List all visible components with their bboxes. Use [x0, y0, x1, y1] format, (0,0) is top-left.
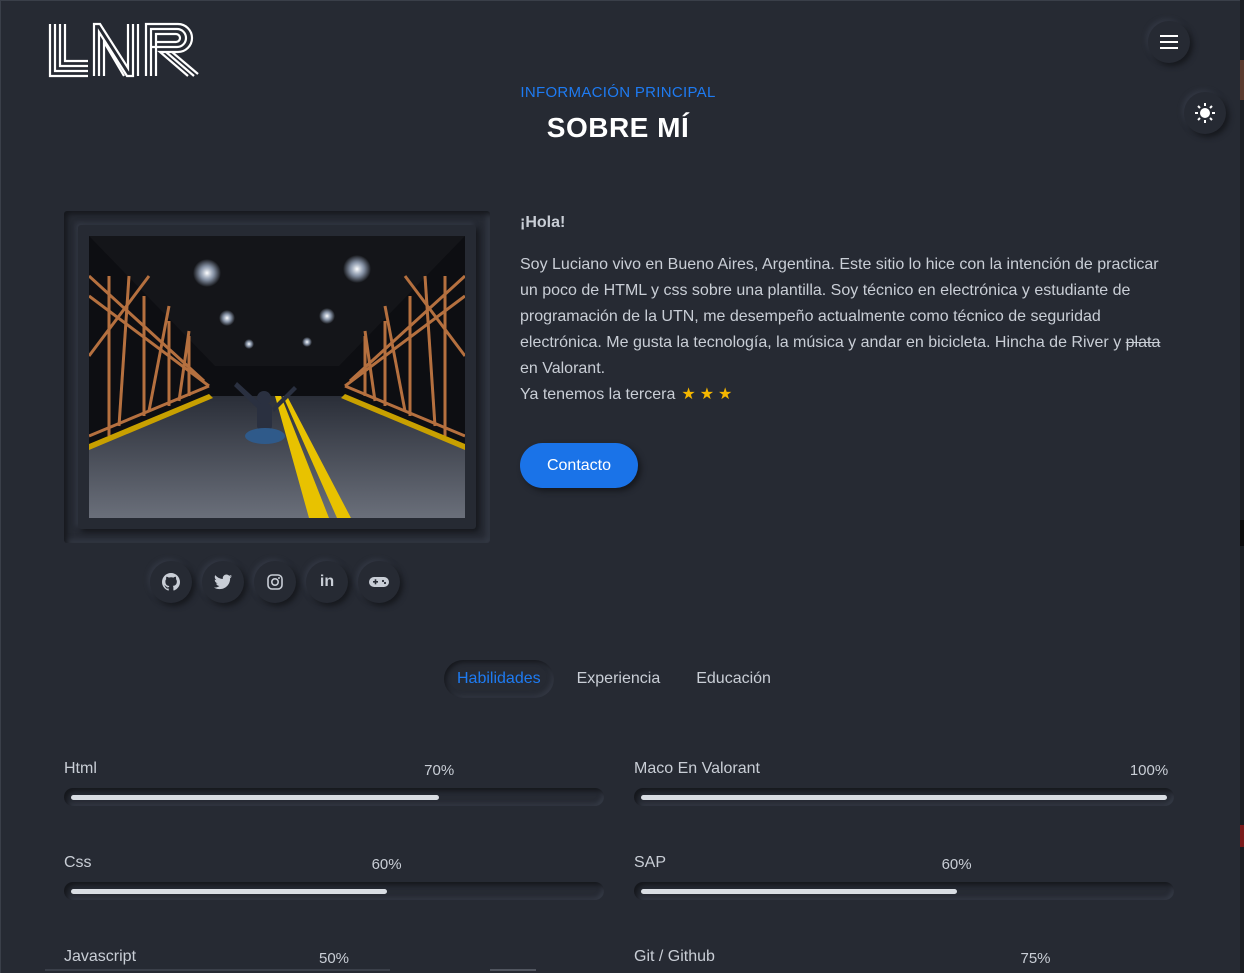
window-edge — [1240, 0, 1244, 973]
tab-bar: Habilidades Experiencia Educación — [444, 660, 784, 698]
tab-habilidades[interactable]: Habilidades — [444, 660, 554, 698]
tab-experiencia[interactable]: Experiencia — [564, 660, 674, 698]
instagram-icon — [267, 574, 283, 590]
bio-line2: Ya tenemos la tercera — [520, 386, 676, 403]
menu-button[interactable] — [1148, 21, 1190, 63]
star-icons: ★★★ — [681, 386, 737, 403]
lnr-logo[interactable] — [48, 22, 200, 78]
skill-percent: 50% — [318, 950, 350, 967]
section-eyebrow: INFORMACIÓN PRINCIPAL — [520, 84, 716, 101]
linkedin-link[interactable]: in — [306, 561, 348, 603]
profile-photo — [89, 236, 465, 518]
skill-percent: 75% — [1020, 950, 1051, 967]
bio-end: en Valorant. — [520, 360, 606, 377]
bio-text: Soy Luciano vivo en Bueno Aires, Argenti… — [520, 252, 1180, 408]
skill-fill — [71, 795, 440, 800]
skill-percent: 60% — [371, 856, 402, 873]
skill-name: Css — [64, 854, 92, 871]
divider — [45, 969, 390, 971]
gamepad-link[interactable] — [358, 561, 400, 603]
skill-name: Javascript — [64, 948, 137, 965]
github-icon — [162, 573, 180, 591]
twitter-icon — [214, 574, 232, 590]
skill-track — [634, 882, 1174, 900]
skill-fill — [71, 889, 387, 894]
twitter-link[interactable] — [202, 561, 244, 603]
skill-fill — [641, 795, 1167, 800]
page-title: SOBRE MÍ — [546, 112, 690, 143]
contact-button[interactable]: Contacto — [520, 443, 638, 488]
greeting: ¡Hola! — [520, 214, 566, 231]
skill-percent: 60% — [941, 856, 972, 873]
github-link[interactable] — [150, 561, 192, 603]
bio-strike: plata — [1125, 334, 1161, 351]
tab-educacion[interactable]: Educación — [683, 660, 784, 698]
skill-track — [634, 788, 1174, 806]
skill-name: Html — [64, 760, 97, 777]
skill-percent: 100% — [1129, 762, 1169, 779]
linkedin-icon: in — [319, 573, 335, 590]
divider — [490, 969, 536, 971]
skill-percent: 70% — [424, 762, 455, 779]
bio-main: Soy Luciano vivo en Bueno Aires, Argenti… — [520, 256, 1159, 351]
skill-name: Git / Github — [634, 948, 715, 965]
skill-track — [64, 882, 604, 900]
hamburger-icon — [1160, 35, 1178, 49]
skill-name: Maco En Valorant — [634, 760, 760, 777]
gamepad-icon — [369, 577, 389, 587]
skill-name: SAP — [634, 854, 667, 871]
instagram-link[interactable] — [254, 561, 296, 603]
skill-fill — [641, 889, 957, 894]
skill-track — [64, 788, 604, 806]
social-links: in — [150, 561, 400, 603]
